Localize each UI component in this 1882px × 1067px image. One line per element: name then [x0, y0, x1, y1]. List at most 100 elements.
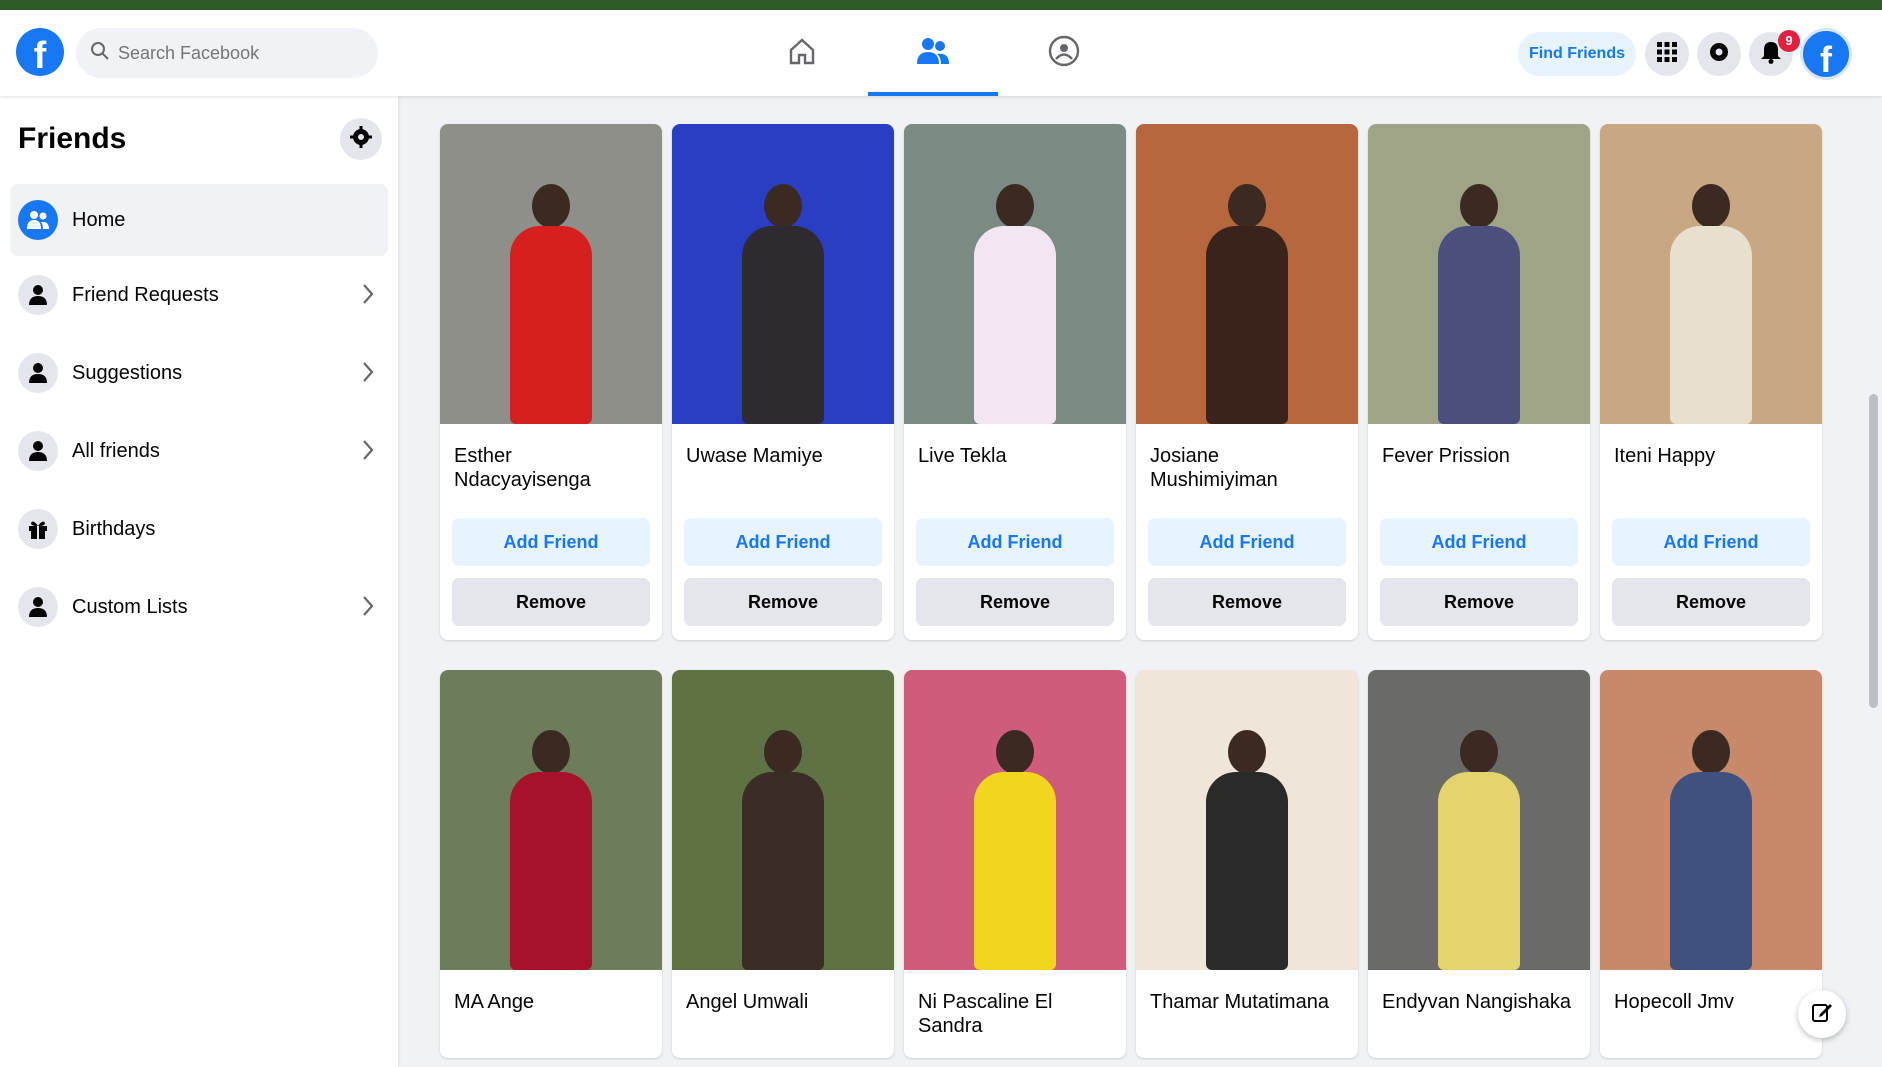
sidebar-item-home[interactable]: Home: [10, 184, 388, 256]
profile-photo[interactable]: [904, 670, 1126, 970]
friends-main-content: Esther Ndacyayisenga Add Friend Remove U…: [398, 96, 1864, 1067]
chevron-right-icon: [362, 361, 374, 388]
person-name[interactable]: Esther Ndacyayisenga: [440, 424, 662, 512]
profile-photo[interactable]: [1368, 670, 1590, 970]
account-avatar[interactable]: f: [1800, 28, 1852, 80]
sidebar-item-all-friends[interactable]: All friends: [10, 415, 388, 487]
sidebar-item-suggestions[interactable]: Suggestions: [10, 337, 388, 409]
home-icon: [786, 35, 818, 72]
all-friends-icon: [18, 431, 58, 471]
person-silhouette: [1424, 730, 1534, 970]
profile-photo[interactable]: [1600, 124, 1822, 424]
person-silhouette: [1192, 730, 1302, 970]
remove-button[interactable]: Remove: [684, 578, 882, 626]
remove-button[interactable]: Remove: [916, 578, 1114, 626]
messenger-button[interactable]: [1697, 32, 1741, 76]
sidebar-title: Friends: [18, 122, 127, 155]
friends-icon: [18, 200, 58, 240]
profile-photo[interactable]: [672, 124, 894, 424]
person-name[interactable]: Thamar Mutatimana: [1136, 970, 1358, 1058]
sidebar-item-label: All friends: [72, 439, 160, 462]
add-friend-button[interactable]: Add Friend: [452, 518, 650, 566]
person-silhouette: [960, 730, 1070, 970]
suggestion-card: Angel Umwali: [672, 670, 894, 1058]
person-silhouette: [728, 184, 838, 424]
suggestion-card: Ni Pascaline El Sandra: [904, 670, 1126, 1058]
suggestion-icon: [18, 353, 58, 393]
person-silhouette: [728, 730, 838, 970]
profile-photo[interactable]: [904, 124, 1126, 424]
remove-button[interactable]: Remove: [1148, 578, 1346, 626]
profile-photo[interactable]: [1136, 670, 1358, 970]
suggestion-card: Fever Prission Add Friend Remove: [1368, 124, 1590, 640]
scrollbar-thumb[interactable]: [1869, 394, 1878, 708]
chevron-right-icon: [362, 283, 374, 310]
friends-icon: [915, 35, 951, 72]
search-icon: [90, 41, 110, 66]
sidebar-item-label: Birthdays: [72, 517, 156, 540]
custom-list-icon: [18, 587, 58, 627]
person-name[interactable]: Live Tekla: [904, 424, 1126, 512]
person-name[interactable]: Ni Pascaline El Sandra: [904, 970, 1126, 1058]
profile-photo[interactable]: [1136, 124, 1358, 424]
profile-photo[interactable]: [1600, 670, 1822, 970]
sidebar-item-friend-requests[interactable]: Friend Requests: [10, 259, 388, 331]
person-name[interactable]: Endyvan Nangishaka: [1368, 970, 1590, 1058]
suggestion-card: Endyvan Nangishaka: [1368, 670, 1590, 1058]
nav-tab-home[interactable]: [737, 10, 867, 96]
add-friend-button[interactable]: Add Friend: [1612, 518, 1810, 566]
gear-icon: [349, 125, 373, 154]
find-friends-button[interactable]: Find Friends: [1518, 32, 1636, 76]
add-friend-button[interactable]: Add Friend: [684, 518, 882, 566]
person-silhouette: [496, 730, 606, 970]
search-input[interactable]: [118, 42, 358, 64]
sidebar-item-birthdays[interactable]: Birthdays: [10, 493, 388, 565]
groups-icon: [1047, 34, 1081, 73]
person-name[interactable]: Uwase Mamiye: [672, 424, 894, 512]
person-silhouette: [1192, 184, 1302, 424]
chevron-right-icon: [362, 439, 374, 466]
facebook-logo[interactable]: f: [16, 28, 64, 76]
person-name[interactable]: Hopecoll Jmv: [1600, 970, 1822, 1058]
suggestion-card: Thamar Mutatimana: [1136, 670, 1358, 1058]
nav-tab-friends[interactable]: [868, 10, 998, 96]
person-name[interactable]: Fever Prission: [1368, 424, 1590, 512]
person-name[interactable]: Iteni Happy: [1600, 424, 1822, 512]
remove-button[interactable]: Remove: [452, 578, 650, 626]
suggestion-card: Uwase Mamiye Add Friend Remove: [672, 124, 894, 640]
add-friend-button[interactable]: Add Friend: [916, 518, 1114, 566]
suggestion-card: Josiane Mushimiyiman Add Friend Remove: [1136, 124, 1358, 640]
page-scrollbar[interactable]: [1864, 96, 1882, 1067]
profile-photo[interactable]: [440, 670, 662, 970]
profile-photo[interactable]: [1368, 124, 1590, 424]
suggestion-card: MA Ange: [440, 670, 662, 1058]
add-friend-button[interactable]: Add Friend: [1148, 518, 1346, 566]
person-silhouette: [496, 184, 606, 424]
sidebar-item-label: Friend Requests: [72, 283, 219, 306]
sidebar-item-label: Home: [72, 208, 126, 231]
gift-icon: [18, 509, 58, 549]
new-message-button[interactable]: [1798, 990, 1846, 1038]
remove-button[interactable]: Remove: [1380, 578, 1578, 626]
remove-button[interactable]: Remove: [1612, 578, 1810, 626]
person-silhouette: [1656, 184, 1766, 424]
person-silhouette: [1656, 730, 1766, 970]
add-friend-button[interactable]: Add Friend: [1380, 518, 1578, 566]
friends-settings-button[interactable]: [340, 118, 382, 160]
suggestion-card: Esther Ndacyayisenga Add Friend Remove: [440, 124, 662, 640]
search-box[interactable]: [76, 28, 378, 78]
sidebar-item-label: Custom Lists: [72, 595, 188, 618]
person-name[interactable]: Josiane Mushimiyiman: [1136, 424, 1358, 512]
person-name[interactable]: MA Ange: [440, 970, 662, 1058]
profile-photo[interactable]: [440, 124, 662, 424]
nav-tab-groups[interactable]: [999, 10, 1129, 96]
chevron-right-icon: [362, 595, 374, 622]
suggestion-card: Iteni Happy Add Friend Remove: [1600, 124, 1822, 640]
person-silhouette: [960, 184, 1070, 424]
friends-sidebar: Friends Home Friend Requests Suggestions: [0, 96, 398, 1067]
person-name[interactable]: Angel Umwali: [672, 970, 894, 1058]
menu-button[interactable]: [1645, 32, 1689, 76]
person-silhouette: [1424, 184, 1534, 424]
sidebar-item-custom-lists[interactable]: Custom Lists: [10, 571, 388, 643]
profile-photo[interactable]: [672, 670, 894, 970]
